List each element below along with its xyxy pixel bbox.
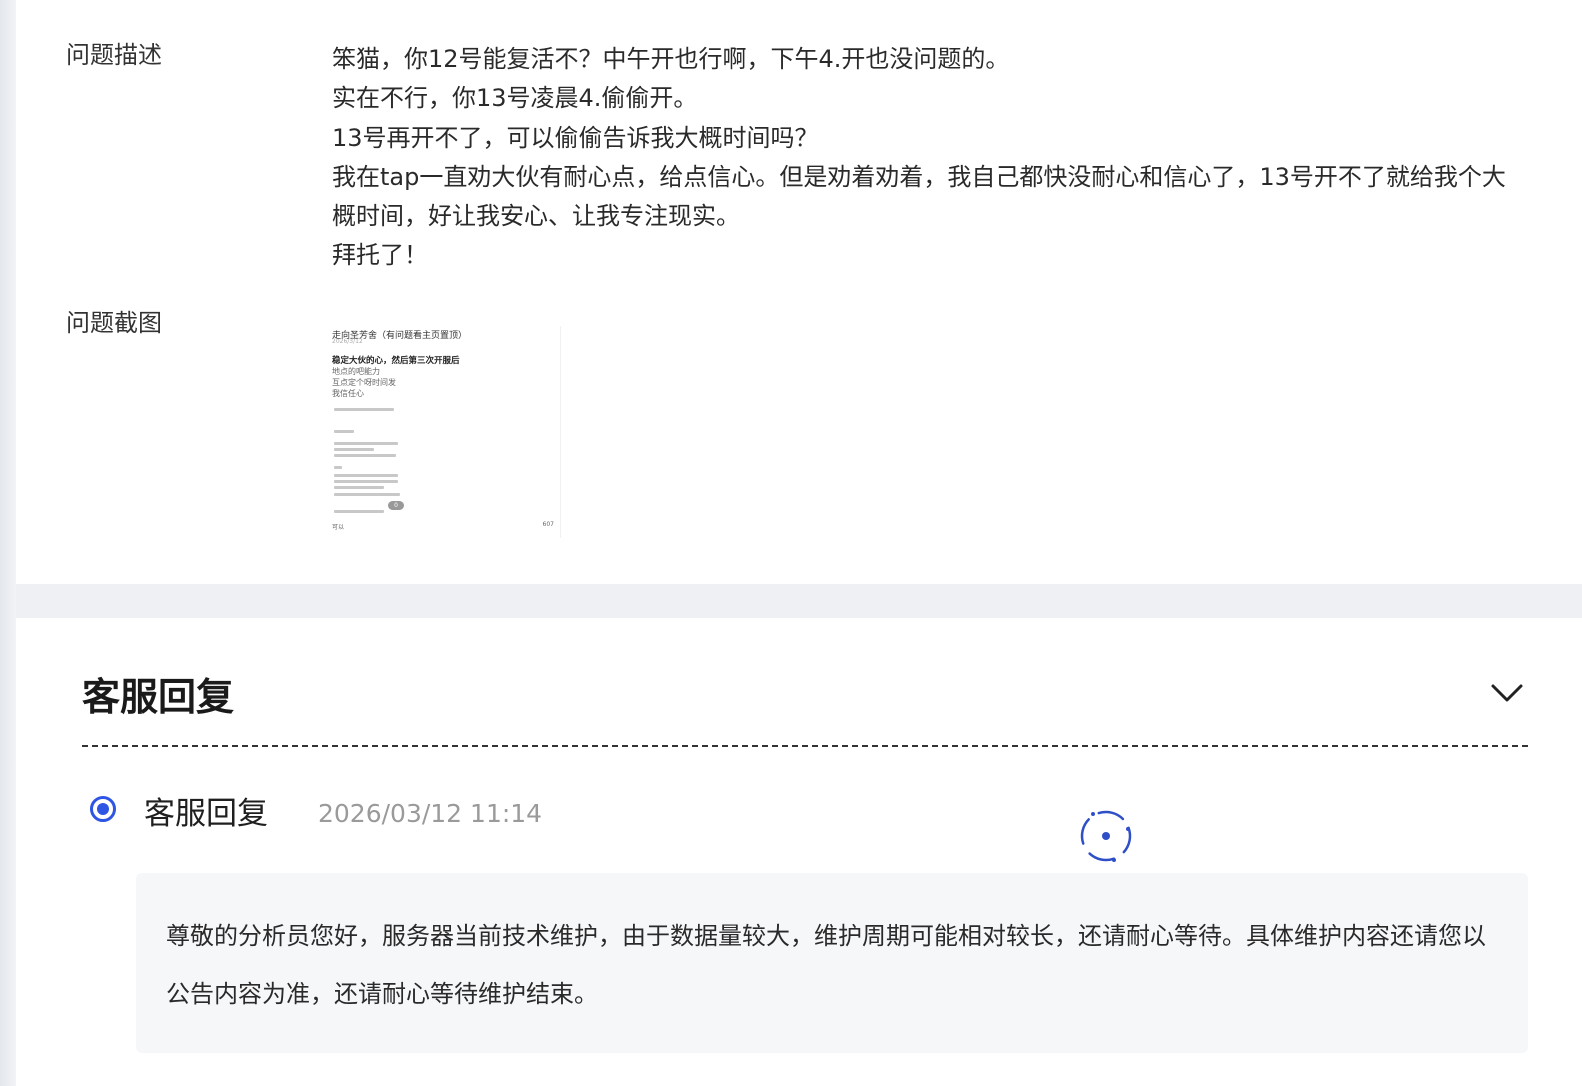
problem-description-label: 问题描述 — [66, 41, 162, 69]
reply-author: 客服回复 — [144, 796, 268, 832]
thumb-title: 稳定大伙的心，然后第三次开服后 — [332, 356, 460, 366]
service-reply-section-title: 客服回复 — [82, 675, 235, 719]
thumb-text-placeholder — [334, 442, 398, 445]
reply-header: 客服回复 2026/03/12 11:14 — [90, 792, 790, 836]
thumb-footer-right: 607 — [542, 521, 554, 528]
thumb-text-placeholder — [334, 480, 398, 483]
problem-screenshot-label: 问题截图 — [66, 309, 162, 337]
reply-timestamp: 2026/03/12 11:14 — [318, 799, 543, 828]
thumb-text-placeholder — [334, 474, 398, 477]
thumb-footer-left: 可以 — [332, 524, 345, 531]
reply-body-text: 尊敬的分析员您好，服务器当前技术维护，由于数据量较大，维护周期可能相对较长，还请… — [166, 922, 1486, 1008]
description-line: 13号再开不了，可以偷偷告诉我大概时间吗？ — [332, 123, 819, 152]
description-line: 我在tap一直劝大伙有耐心点，给点信心。但是劝着劝着，我自己都快没耐心和信心了，… — [332, 162, 1506, 231]
thumb-text-placeholder — [334, 454, 396, 457]
description-line: 拜托了！ — [332, 241, 428, 270]
thumb-badge: 0 — [388, 501, 404, 510]
thumb-date: 2026/3/12 — [332, 338, 363, 345]
thumb-line: 地点的吧能力 — [332, 367, 380, 376]
page-edge — [0, 0, 16, 1086]
chevron-down-icon[interactable] — [1488, 676, 1526, 714]
radio-selected-icon — [90, 796, 116, 822]
thumb-line: 互点定个呀时间发 — [332, 378, 396, 387]
problem-screenshot-thumbnail[interactable]: 走向圣芳舍（有问题看主页置顶） 2026/3/12 稳定大伙的心，然后第三次开服… — [332, 326, 561, 538]
thumb-text-placeholder — [334, 510, 384, 513]
thumb-text-placeholder — [334, 408, 394, 411]
description-line: 笨猫，你12号能复活不？中午开也行啊，下午4.开也没问题的。 — [332, 45, 1010, 73]
thumb-text-placeholder — [334, 448, 374, 451]
problem-description-text: 笨猫，你12号能复活不？中午开也行啊，下午4.开也没问题的。 实在不行，你13号… — [332, 40, 1512, 276]
description-line: 实在不行，你13号凌晨4.偷偷开。 — [332, 84, 698, 113]
thumb-line: 我信任心 — [332, 389, 364, 398]
thumb-text-placeholder — [334, 466, 342, 469]
thumb-text-placeholder — [334, 493, 400, 496]
thumb-text-placeholder — [334, 430, 354, 433]
reply-content-box: 尊敬的分析员您好，服务器当前技术维护，由于数据量较大，维护周期可能相对较长，还请… — [136, 873, 1528, 1053]
loading-spinner-icon — [1076, 806, 1136, 866]
section-divider — [82, 745, 1528, 747]
thumb-text-placeholder — [334, 486, 384, 489]
